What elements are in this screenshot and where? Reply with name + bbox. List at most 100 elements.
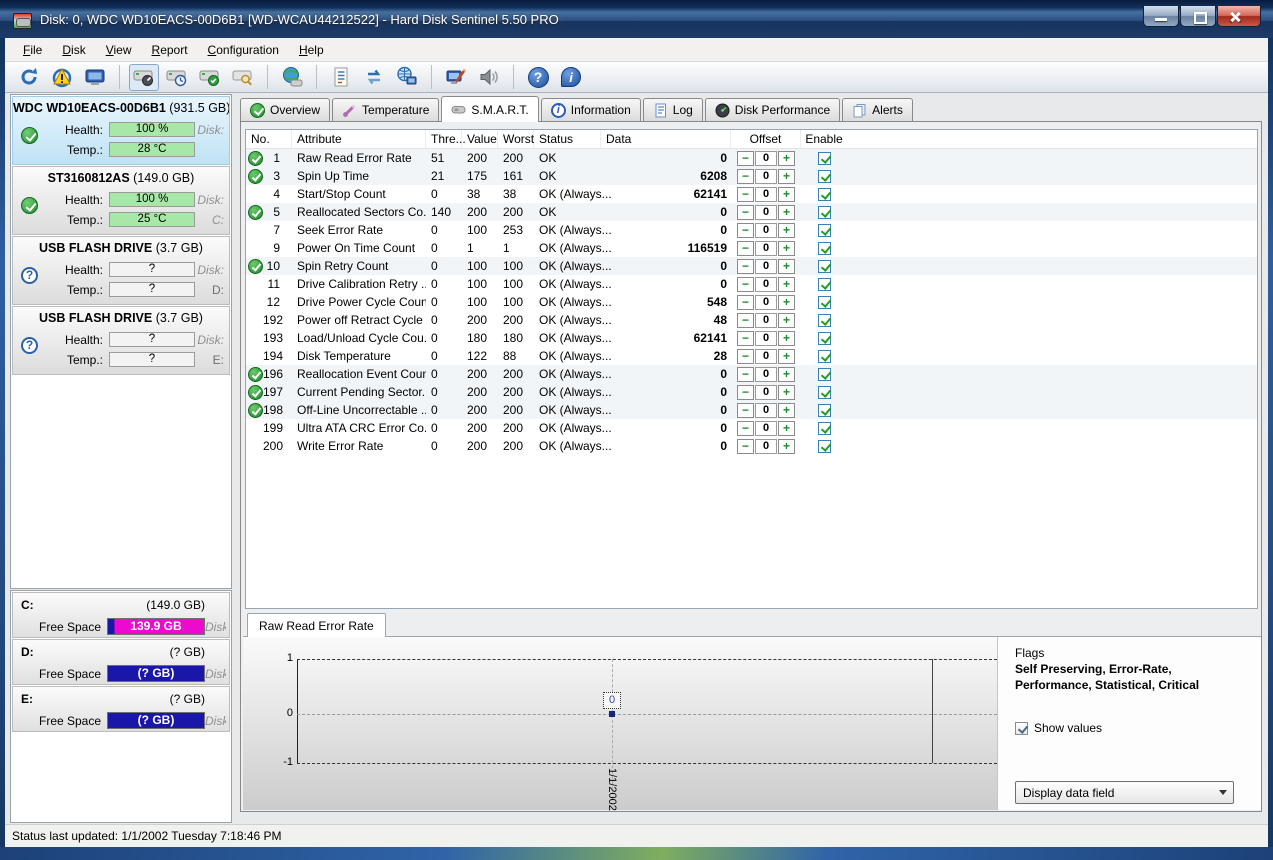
offset-minus-button[interactable]: − — [737, 241, 754, 256]
enable-checkbox[interactable] — [818, 350, 831, 363]
tab-information[interactable]: Information — [541, 98, 641, 121]
offset-minus-button[interactable]: − — [737, 205, 754, 220]
offset-minus-button[interactable]: − — [737, 151, 754, 166]
speaker-icon[interactable] — [474, 64, 504, 91]
offset-plus-button[interactable]: + — [778, 385, 795, 400]
enable-checkbox[interactable] — [818, 440, 831, 453]
remote-pc-icon[interactable] — [441, 64, 471, 91]
offset-plus-button[interactable]: + — [778, 187, 795, 202]
offset-plus-button[interactable]: + — [778, 259, 795, 274]
menu-report[interactable]: Report — [142, 40, 198, 60]
tab-smart[interactable]: S.M.A.R.T. — [441, 96, 538, 122]
offset-minus-button[interactable]: − — [737, 277, 754, 292]
scan-warning-icon[interactable] — [47, 64, 77, 91]
disk-item-st[interactable]: ST3160812AS (149.0 GB) Health: 100 % Dis… — [12, 166, 230, 235]
disk-check-icon[interactable] — [195, 64, 225, 91]
offset-minus-button[interactable]: − — [737, 331, 754, 346]
table-row[interactable]: 193 Load/Unload Cycle Cou... 0 180 180 O… — [246, 329, 1257, 347]
offset-plus-button[interactable]: + — [778, 421, 795, 436]
table-row[interactable]: 11 Drive Calibration Retry ... 0 100 100… — [246, 275, 1257, 293]
offset-value[interactable]: 0 — [755, 169, 777, 184]
table-row[interactable]: 200 Write Error Rate 0 200 200 OK (Alway… — [246, 437, 1257, 455]
offset-minus-button[interactable]: − — [737, 421, 754, 436]
offset-minus-button[interactable]: − — [737, 295, 754, 310]
table-row[interactable]: 9 Power On Time Count 0 1 1 OK (Always..… — [246, 239, 1257, 257]
offset-minus-button[interactable]: − — [737, 259, 754, 274]
offset-plus-button[interactable]: + — [778, 169, 795, 184]
table-row[interactable]: 1 Raw Read Error Rate 51 200 200 OK 0 − … — [246, 149, 1257, 167]
tab-disk-performance[interactable]: Disk Performance — [705, 98, 840, 121]
disk-item-wdc[interactable]: WDC WD10EACS-00D6B1 (931.5 GB) Health: 1… — [12, 96, 230, 165]
offset-value[interactable]: 0 — [755, 313, 777, 328]
refresh-icon[interactable] — [14, 64, 44, 91]
offset-minus-button[interactable]: − — [737, 403, 754, 418]
offset-value[interactable]: 0 — [755, 241, 777, 256]
show-values-checkbox[interactable] — [1015, 722, 1028, 735]
table-row[interactable]: 198 Off-Line Uncorrectable ... 0 200 200… — [246, 401, 1257, 419]
offset-value[interactable]: 0 — [755, 385, 777, 400]
table-row[interactable]: 3 Spin Up Time 21 175 161 OK 6208 − 0 + — [246, 167, 1257, 185]
menu-disk[interactable]: Disk — [52, 40, 95, 60]
offset-value[interactable]: 0 — [755, 223, 777, 238]
offset-plus-button[interactable]: + — [778, 223, 795, 238]
report-icon[interactable] — [326, 64, 356, 91]
tab-temperature[interactable]: Temperature — [332, 98, 439, 121]
offset-value[interactable]: 0 — [755, 277, 777, 292]
offset-plus-button[interactable]: + — [778, 241, 795, 256]
menu-help[interactable]: Help — [289, 40, 334, 60]
sync-icon[interactable] — [359, 64, 389, 91]
offset-plus-button[interactable]: + — [778, 277, 795, 292]
tab-log[interactable]: Log — [643, 98, 703, 121]
enable-checkbox[interactable] — [818, 368, 831, 381]
table-row[interactable]: 10 Spin Retry Count 0 100 100 OK (Always… — [246, 257, 1257, 275]
table-row[interactable]: 12 Drive Power Cycle Count 0 100 100 OK … — [246, 293, 1257, 311]
enable-checkbox[interactable] — [818, 152, 831, 165]
disk-clock-icon[interactable] — [162, 64, 192, 91]
offset-plus-button[interactable]: + — [778, 313, 795, 328]
display-data-field-dropdown[interactable]: Display data field — [1015, 781, 1234, 804]
offset-minus-button[interactable]: − — [737, 385, 754, 400]
table-row[interactable]: 7 Seek Error Rate 0 100 253 OK (Always..… — [246, 221, 1257, 239]
show-values-option[interactable]: Show values — [1015, 721, 1102, 735]
attribute-chart-tab[interactable]: Raw Read Error Rate — [247, 613, 386, 637]
offset-value[interactable]: 0 — [755, 187, 777, 202]
offset-value[interactable]: 0 — [755, 331, 777, 346]
volume-item-e[interactable]: E: (? GB) Free Space (? GB) Disk — [12, 686, 230, 732]
table-row[interactable]: 4 Start/Stop Count 0 38 38 OK (Always...… — [246, 185, 1257, 203]
offset-plus-button[interactable]: + — [778, 367, 795, 382]
table-row[interactable]: 194 Disk Temperature 0 122 88 OK (Always… — [246, 347, 1257, 365]
offset-value[interactable]: 0 — [755, 349, 777, 364]
maximize-button[interactable] — [1180, 6, 1216, 27]
offset-value[interactable]: 0 — [755, 151, 777, 166]
menu-configuration[interactable]: Configuration — [198, 40, 289, 60]
offset-value[interactable]: 0 — [755, 421, 777, 436]
enable-checkbox[interactable] — [818, 170, 831, 183]
offset-minus-button[interactable]: − — [737, 169, 754, 184]
offset-plus-button[interactable]: + — [778, 349, 795, 364]
enable-checkbox[interactable] — [818, 296, 831, 309]
table-row[interactable]: 199 Ultra ATA CRC Error Co... 0 200 200 … — [246, 419, 1257, 437]
offset-value[interactable]: 0 — [755, 259, 777, 274]
enable-checkbox[interactable] — [818, 260, 831, 273]
disk-search-icon[interactable] — [228, 64, 258, 91]
tab-alerts[interactable]: Alerts — [842, 98, 913, 121]
enable-checkbox[interactable] — [818, 188, 831, 201]
offset-value[interactable]: 0 — [755, 367, 777, 382]
enable-checkbox[interactable] — [818, 224, 831, 237]
offset-plus-button[interactable]: + — [778, 295, 795, 310]
table-row[interactable]: 197 Current Pending Sector... 0 200 200 … — [246, 383, 1257, 401]
offset-plus-button[interactable]: + — [778, 331, 795, 346]
enable-checkbox[interactable] — [818, 332, 831, 345]
offset-value[interactable]: 0 — [755, 205, 777, 220]
menu-file[interactable]: File — [13, 40, 52, 60]
offset-minus-button[interactable]: − — [737, 313, 754, 328]
disk-item-usb-e[interactable]: USB FLASH DRIVE (3.7 GB) Health: ? Disk:… — [12, 306, 230, 375]
enable-checkbox[interactable] — [818, 242, 831, 255]
network-icon[interactable] — [392, 64, 422, 91]
offset-value[interactable]: 0 — [755, 439, 777, 454]
offset-minus-button[interactable]: − — [737, 367, 754, 382]
disk-monitor-icon[interactable] — [80, 64, 110, 91]
table-row[interactable]: 5 Reallocated Sectors Co... 140 200 200 … — [246, 203, 1257, 221]
table-row[interactable]: 192 Power off Retract Cycle ... 0 200 20… — [246, 311, 1257, 329]
offset-plus-button[interactable]: + — [778, 205, 795, 220]
